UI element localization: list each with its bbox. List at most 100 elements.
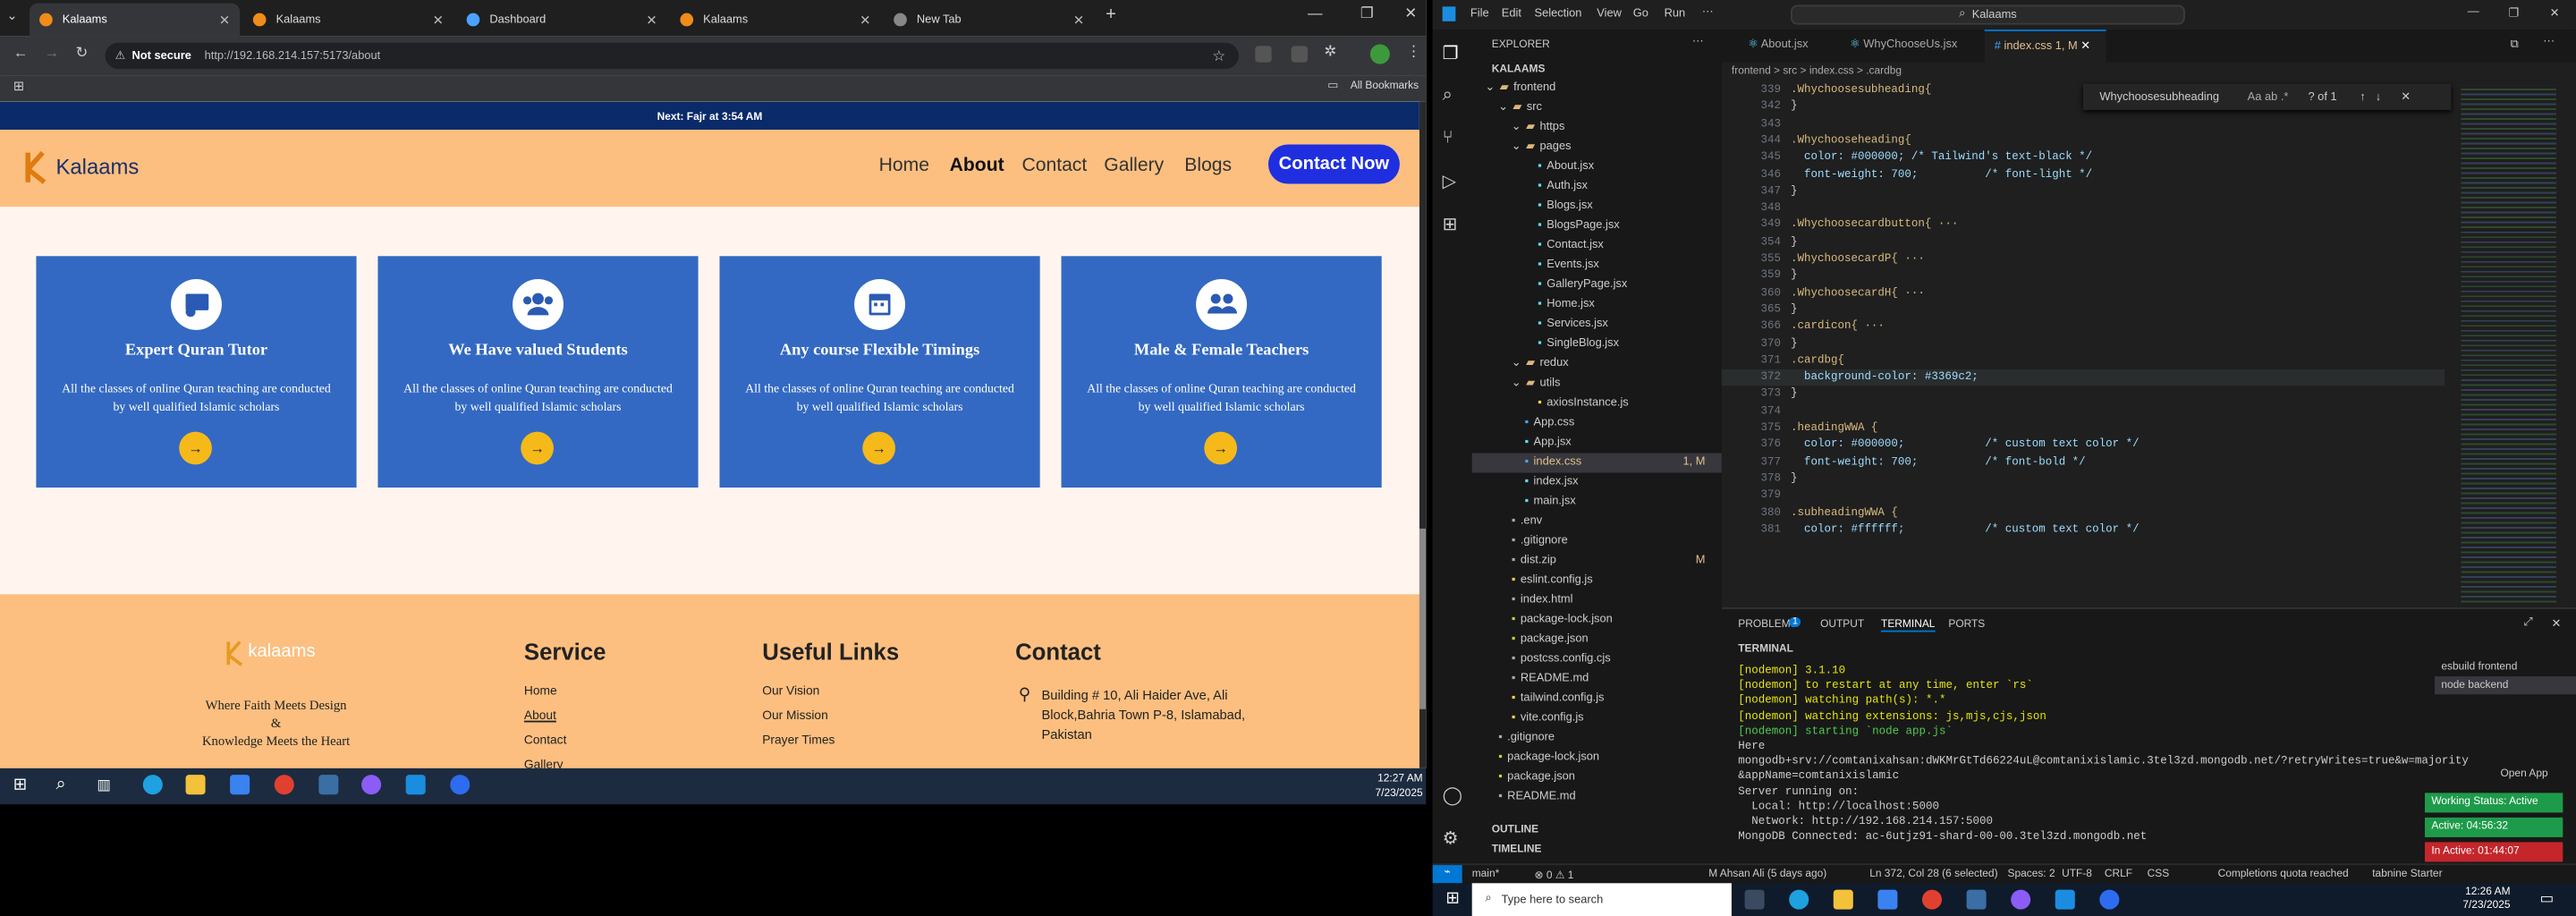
footer-link-mission[interactable]: Our Mission: [762, 708, 827, 723]
panel-maximize-icon[interactable]: ⤢: [2523, 617, 2532, 631]
extension-icon[interactable]: [1255, 46, 1272, 63]
editor-tab[interactable]: ⚛ WhyChooseUs.jsx: [1840, 30, 1981, 63]
tree-item[interactable]: ⌄ ▰ frontend: [1472, 79, 1722, 98]
cursor-position[interactable]: Ln 372, Col 28 (6 selected): [1869, 869, 1997, 880]
tree-item[interactable]: ▪ SingleBlog.jsx: [1472, 335, 1722, 354]
match-case-icon[interactable]: Aa ab .*: [2248, 91, 2289, 103]
indentation[interactable]: Spaces: 2: [2007, 869, 2055, 880]
tree-item[interactable]: ⌄ ▰ https: [1472, 118, 1722, 138]
project-root[interactable]: KALAAMS: [1492, 64, 1546, 76]
tree-item[interactable]: ▪ eslint.config.js: [1472, 572, 1722, 591]
panel-tab-output[interactable]: OUTPUT: [1820, 619, 1864, 631]
explorer-icon[interactable]: ❐: [1443, 43, 1459, 64]
minimap[interactable]: [2461, 85, 2556, 605]
tab-2[interactable]: Kalaams ✕: [243, 4, 453, 37]
footer-link-home[interactable]: Home: [524, 683, 557, 698]
close-icon[interactable]: ✕: [219, 13, 230, 28]
maximize-icon[interactable]: ❐: [1360, 5, 1374, 23]
back-icon[interactable]: ←: [13, 45, 29, 61]
github-icon[interactable]: [2011, 889, 2031, 910]
taskbar-clock[interactable]: 12:27 AM 7/23/2025: [1357, 772, 1422, 802]
nav-blogs[interactable]: Blogs: [1184, 156, 1232, 175]
close-icon[interactable]: ✕: [1073, 13, 1084, 28]
code-line[interactable]: 380 .subheadingWWA {: [1722, 505, 2445, 522]
site-logo[interactable]: Kalaams: [23, 146, 140, 185]
tree-item[interactable]: ▪ .gitignore: [1472, 532, 1722, 552]
vscode-icon[interactable]: [405, 775, 426, 795]
forward-icon[interactable]: →: [45, 45, 60, 61]
store-icon[interactable]: [230, 775, 250, 795]
tree-item[interactable]: ▪ Services.jsx: [1472, 315, 1722, 335]
store-icon[interactable]: [1877, 889, 1898, 910]
language-mode[interactable]: CSS: [2148, 869, 2170, 880]
source-control-icon[interactable]: ⑂: [1443, 128, 1453, 148]
taskbar-search[interactable]: ⌕ Type here to search: [1471, 883, 1732, 916]
explorer-more-icon[interactable]: ···: [1692, 36, 1704, 47]
contact-now-button[interactable]: Contact Now: [1267, 144, 1400, 184]
vscode-icon[interactable]: [2055, 889, 2075, 910]
menu-view[interactable]: View: [1597, 8, 1622, 20]
tree-item[interactable]: ▪ tailwind.config.js: [1472, 690, 1722, 709]
zoom-icon[interactable]: [450, 775, 470, 795]
nav-about[interactable]: About: [950, 156, 1004, 175]
tree-item[interactable]: ▪ Blogs.jsx: [1472, 197, 1722, 216]
extensions-icon[interactable]: ⊞: [1443, 214, 1458, 234]
more-actions-icon[interactable]: ···: [2543, 36, 2555, 47]
chrome-icon[interactable]: [274, 775, 294, 795]
chrome-icon[interactable]: [1921, 889, 1943, 910]
zoom-icon[interactable]: [2099, 889, 2120, 910]
code-line[interactable]: 348: [1722, 200, 2445, 217]
apps-grid-icon[interactable]: ⊞: [13, 79, 24, 94]
url-field[interactable]: ⚠ Not secure http://192.168.214.157:5173…: [105, 42, 1239, 70]
close-find-icon[interactable]: ✕: [2401, 90, 2411, 104]
menu-file[interactable]: File: [1470, 8, 1489, 20]
command-search[interactable]: ⌕ Kalaams: [1791, 4, 2185, 25]
code-line[interactable]: 376 color: #000000; /* custom text color…: [1722, 437, 2445, 454]
tree-item[interactable]: ▪ package-lock.json: [1472, 611, 1722, 631]
code-line[interactable]: 345 color: #000000; /* Tailwind's text-b…: [1722, 149, 2445, 166]
encoding[interactable]: UTF-8: [2062, 869, 2092, 880]
tab-search-icon[interactable]: ⌄: [6, 8, 17, 23]
timeline-section[interactable]: TIMELINE: [1492, 844, 1542, 855]
menu-dots-icon[interactable]: ⋮: [1406, 43, 1421, 61]
terminal-item[interactable]: esbuild frontend: [2435, 658, 2576, 676]
tab-1[interactable]: Kalaams ✕: [30, 3, 241, 37]
tree-item[interactable]: ▪ Contact.jsx: [1472, 236, 1722, 256]
footer-link-contact[interactable]: Contact: [524, 732, 566, 747]
tree-item[interactable]: ▪ index.css 1, M: [1471, 453, 1722, 473]
code-line[interactable]: 372 background-color: #3369c2;: [1721, 369, 2445, 386]
split-editor-icon[interactable]: ⧉: [2511, 39, 2519, 53]
windows-start-icon[interactable]: ⊞: [1445, 890, 1459, 908]
code-line[interactable]: 378}: [1722, 471, 2445, 488]
maximize-icon[interactable]: ❐: [2509, 6, 2520, 20]
tree-item[interactable]: ▪ About.jsx: [1472, 157, 1722, 177]
code-line[interactable]: 349 .Whychoosecardbutton{ ···: [1722, 217, 2445, 234]
code-line[interactable]: 346 font-weight: 700; /* font-light */: [1722, 166, 2445, 183]
tree-item[interactable]: ▪ Events.jsx: [1472, 256, 1722, 276]
close-icon[interactable]: ✕: [860, 13, 870, 28]
close-icon[interactable]: ✕: [646, 13, 657, 28]
panel-close-icon[interactable]: ✕: [2551, 617, 2561, 631]
github-icon[interactable]: [361, 775, 382, 795]
menu-go[interactable]: Go: [1633, 8, 1648, 20]
edge-icon[interactable]: [142, 775, 163, 795]
close-window-icon[interactable]: ✕: [1404, 5, 1417, 23]
tree-item[interactable]: ⌄ ▰ utils: [1472, 374, 1722, 394]
file-explorer-icon[interactable]: [185, 775, 206, 795]
code-line[interactable]: 366 .cardicon{ ···: [1722, 318, 2445, 335]
code-line[interactable]: 347}: [1722, 183, 2445, 200]
tree-item[interactable]: ▪ vite.config.js: [1472, 709, 1722, 729]
search-icon[interactable]: ⌕: [1443, 85, 1453, 106]
outline-section[interactable]: OUTLINE: [1492, 824, 1538, 835]
code-line[interactable]: 344 .Whychooseheading{: [1722, 132, 2445, 149]
app-icon[interactable]: [318, 775, 339, 795]
tab-4[interactable]: Kalaams ✕: [670, 4, 880, 37]
extension-icon[interactable]: [1291, 46, 1309, 63]
code-line[interactable]: 370}: [1722, 335, 2445, 352]
card-arrow-button[interactable]: →: [862, 431, 896, 465]
task-view-icon[interactable]: ▥: [97, 776, 111, 794]
nav-home[interactable]: Home: [879, 156, 929, 175]
code-line[interactable]: 359}: [1722, 268, 2445, 285]
nav-gallery[interactable]: Gallery: [1104, 156, 1164, 175]
code-line[interactable]: 374: [1722, 403, 2445, 420]
